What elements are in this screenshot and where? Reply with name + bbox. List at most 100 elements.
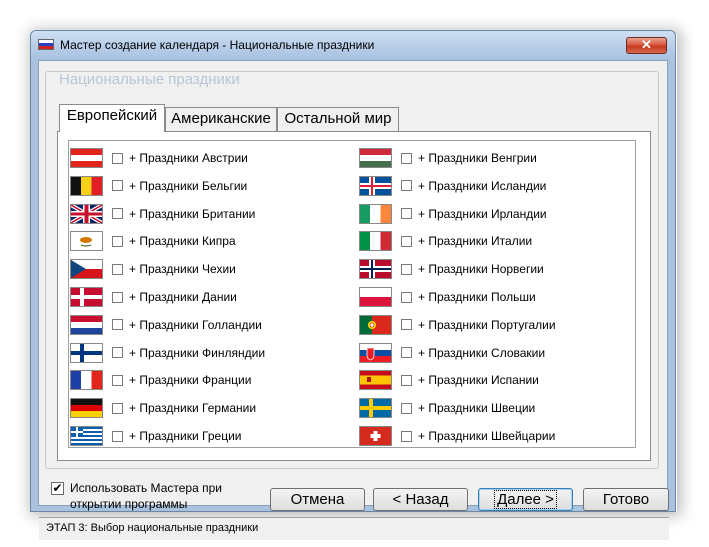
sweden-holidays-checkbox[interactable] bbox=[401, 402, 412, 414]
close-button[interactable]: ✕ bbox=[626, 37, 667, 54]
finland-flag-icon bbox=[70, 342, 103, 363]
next-button[interactable]: Далее > bbox=[478, 488, 573, 511]
back-button[interactable]: < Назад bbox=[373, 488, 468, 511]
country-row-greece: + Праздники Греции bbox=[70, 425, 242, 447]
norway-flag-icon bbox=[359, 259, 392, 280]
country-row-france: + Праздники Франции bbox=[70, 369, 251, 391]
cyprus-flag-icon bbox=[70, 231, 103, 252]
slovakia-holidays-label: + Праздники Словакии bbox=[418, 345, 546, 360]
austria-holidays-label: + Праздники Австрии bbox=[129, 151, 248, 165]
tab-american[interactable]: Американские bbox=[165, 107, 277, 131]
spain-flag-icon bbox=[359, 370, 392, 391]
greece-holidays-label: + Праздники Греции bbox=[129, 429, 242, 443]
ireland-holidays-label: + Праздники Ирландии bbox=[418, 206, 547, 221]
wizard-window: Мастер создание календаря - Национальные… bbox=[30, 30, 676, 540]
germany-flag-icon bbox=[70, 398, 103, 419]
france-holidays-checkbox[interactable] bbox=[112, 374, 123, 386]
country-row-czech: + Праздники Чехии bbox=[70, 258, 236, 280]
window-title: Мастер создание календаря - Национальные… bbox=[60, 38, 375, 52]
cancel-button[interactable]: Отмена bbox=[270, 488, 365, 511]
slovakia-holidays-checkbox[interactable] bbox=[401, 347, 412, 359]
portugal-holidays-checkbox[interactable] bbox=[401, 319, 412, 331]
czech-holidays-checkbox[interactable] bbox=[112, 263, 123, 275]
country-row-slovakia: + Праздники Словакии bbox=[359, 342, 545, 364]
country-row-cyprus: + Праздники Кипра bbox=[70, 230, 236, 252]
cyprus-holidays-checkbox[interactable] bbox=[112, 235, 123, 247]
belgium-holidays-label: + Праздники Бельгии bbox=[129, 178, 248, 193]
finland-holidays-label: + Праздники Финляндии bbox=[129, 345, 266, 360]
hungary-holidays-label: + Праздники Венгрии bbox=[418, 151, 537, 165]
hungary-flag-icon bbox=[359, 148, 392, 168]
country-row-netherlands: + Праздники Голландии bbox=[70, 314, 262, 336]
netherlands-holidays-checkbox[interactable] bbox=[112, 319, 123, 331]
britain-holidays-checkbox[interactable] bbox=[112, 208, 123, 220]
country-row-norway: + Праздники Норвегии bbox=[359, 258, 544, 280]
denmark-holidays-checkbox[interactable] bbox=[112, 291, 123, 303]
slovakia-flag-icon bbox=[359, 342, 392, 363]
norway-holidays-checkbox[interactable] bbox=[401, 263, 412, 275]
country-row-switzerland: + Праздники Швейцарии bbox=[359, 425, 555, 447]
greece-holidays-checkbox[interactable] bbox=[112, 430, 123, 442]
tab-panel-european: + Праздники Австрии + Праздники Бельгии + … bbox=[57, 131, 651, 461]
country-row-ireland: + Праздники Ирландии bbox=[359, 203, 547, 225]
tab-rest-of-world[interactable]: Остальной мир bbox=[277, 107, 399, 131]
spain-holidays-checkbox[interactable] bbox=[401, 374, 412, 386]
poland-holidays-checkbox[interactable] bbox=[401, 291, 412, 303]
finland-holidays-checkbox[interactable] bbox=[112, 347, 123, 359]
italy-holidays-label: + Праздники Италии bbox=[418, 234, 533, 249]
ireland-holidays-checkbox[interactable] bbox=[401, 208, 412, 220]
ireland-flag-icon bbox=[359, 203, 392, 224]
switzerland-flag-icon bbox=[359, 426, 392, 446]
country-row-poland: + Праздники Польши bbox=[359, 286, 536, 308]
sweden-holidays-label: + Праздники Швеции bbox=[418, 401, 536, 416]
dialog-client: Национальные праздники Европейский Амери… bbox=[38, 60, 669, 540]
country-row-germany: + Праздники Германии bbox=[70, 397, 256, 419]
denmark-flag-icon bbox=[70, 287, 103, 307]
poland-holidays-label: + Праздники Польши bbox=[418, 290, 536, 304]
iceland-holidays-label: + Праздники Исландии bbox=[418, 178, 547, 193]
use-wizard-label-line2: открытии программы bbox=[70, 497, 188, 511]
country-row-italy: + Праздники Италии bbox=[359, 230, 532, 252]
use-wizard-checkbox[interactable]: ✔ bbox=[51, 482, 64, 495]
status-text: ЭТАП 3: Выбор национальные праздники bbox=[46, 522, 259, 534]
country-row-britain: + Праздники Британии bbox=[70, 203, 255, 225]
country-row-hungary: + Праздники Венгрии bbox=[359, 147, 537, 169]
austria-flag-icon bbox=[70, 148, 103, 168]
britain-holidays-label: + Праздники Британии bbox=[129, 206, 256, 221]
switzerland-holidays-label: + Праздники Швейцарии bbox=[418, 429, 556, 443]
france-flag-icon bbox=[70, 370, 103, 391]
country-row-finland: + Праздники Финляндии bbox=[70, 342, 265, 364]
use-wizard-label-line1: Использовать Мастера при bbox=[70, 481, 222, 495]
country-row-denmark: + Праздники Дании bbox=[70, 286, 237, 308]
title-bar[interactable]: Мастер создание календаря - Национальные… bbox=[31, 31, 675, 59]
portugal-holidays-label: + Праздники Португалии bbox=[418, 317, 556, 332]
austria-holidays-checkbox[interactable] bbox=[112, 152, 123, 164]
finish-button[interactable]: Готово bbox=[583, 488, 669, 511]
netherlands-flag-icon bbox=[70, 314, 103, 335]
next-button-label: Далее > bbox=[494, 490, 557, 509]
italy-holidays-checkbox[interactable] bbox=[401, 235, 412, 247]
iceland-holidays-checkbox[interactable] bbox=[401, 180, 412, 192]
checkmark-icon: ✔ bbox=[52, 481, 63, 495]
sweden-flag-icon bbox=[359, 398, 392, 419]
country-row-sweden: + Праздники Швеции bbox=[359, 397, 535, 419]
country-row-portugal: + Праздники Португалии bbox=[359, 314, 556, 336]
country-row-iceland: + Праздники Исландии bbox=[359, 175, 546, 197]
germany-holidays-checkbox[interactable] bbox=[112, 402, 123, 414]
tab-european[interactable]: Европейский bbox=[59, 104, 165, 132]
groupbox-title: Национальные праздники bbox=[57, 71, 242, 88]
hungary-holidays-checkbox[interactable] bbox=[401, 152, 412, 164]
belgium-holidays-checkbox[interactable] bbox=[112, 180, 123, 192]
norway-holidays-label: + Праздники Норвегии bbox=[418, 262, 544, 277]
italy-flag-icon bbox=[359, 231, 392, 252]
country-row-spain: + Праздники Испании bbox=[359, 369, 539, 391]
czech-holidays-label: + Праздники Чехии bbox=[129, 262, 236, 277]
britain-flag-icon bbox=[70, 203, 103, 224]
belgium-flag-icon bbox=[70, 175, 103, 196]
greece-flag-icon bbox=[70, 426, 103, 446]
use-wizard-label: Использовать Мастера при открытии програ… bbox=[70, 480, 270, 512]
countries-list: + Праздники Австрии + Праздники Бельгии + … bbox=[68, 140, 636, 448]
switzerland-holidays-checkbox[interactable] bbox=[401, 430, 412, 442]
app-flag-icon bbox=[38, 39, 54, 50]
denmark-holidays-label: + Праздники Дании bbox=[129, 290, 237, 304]
